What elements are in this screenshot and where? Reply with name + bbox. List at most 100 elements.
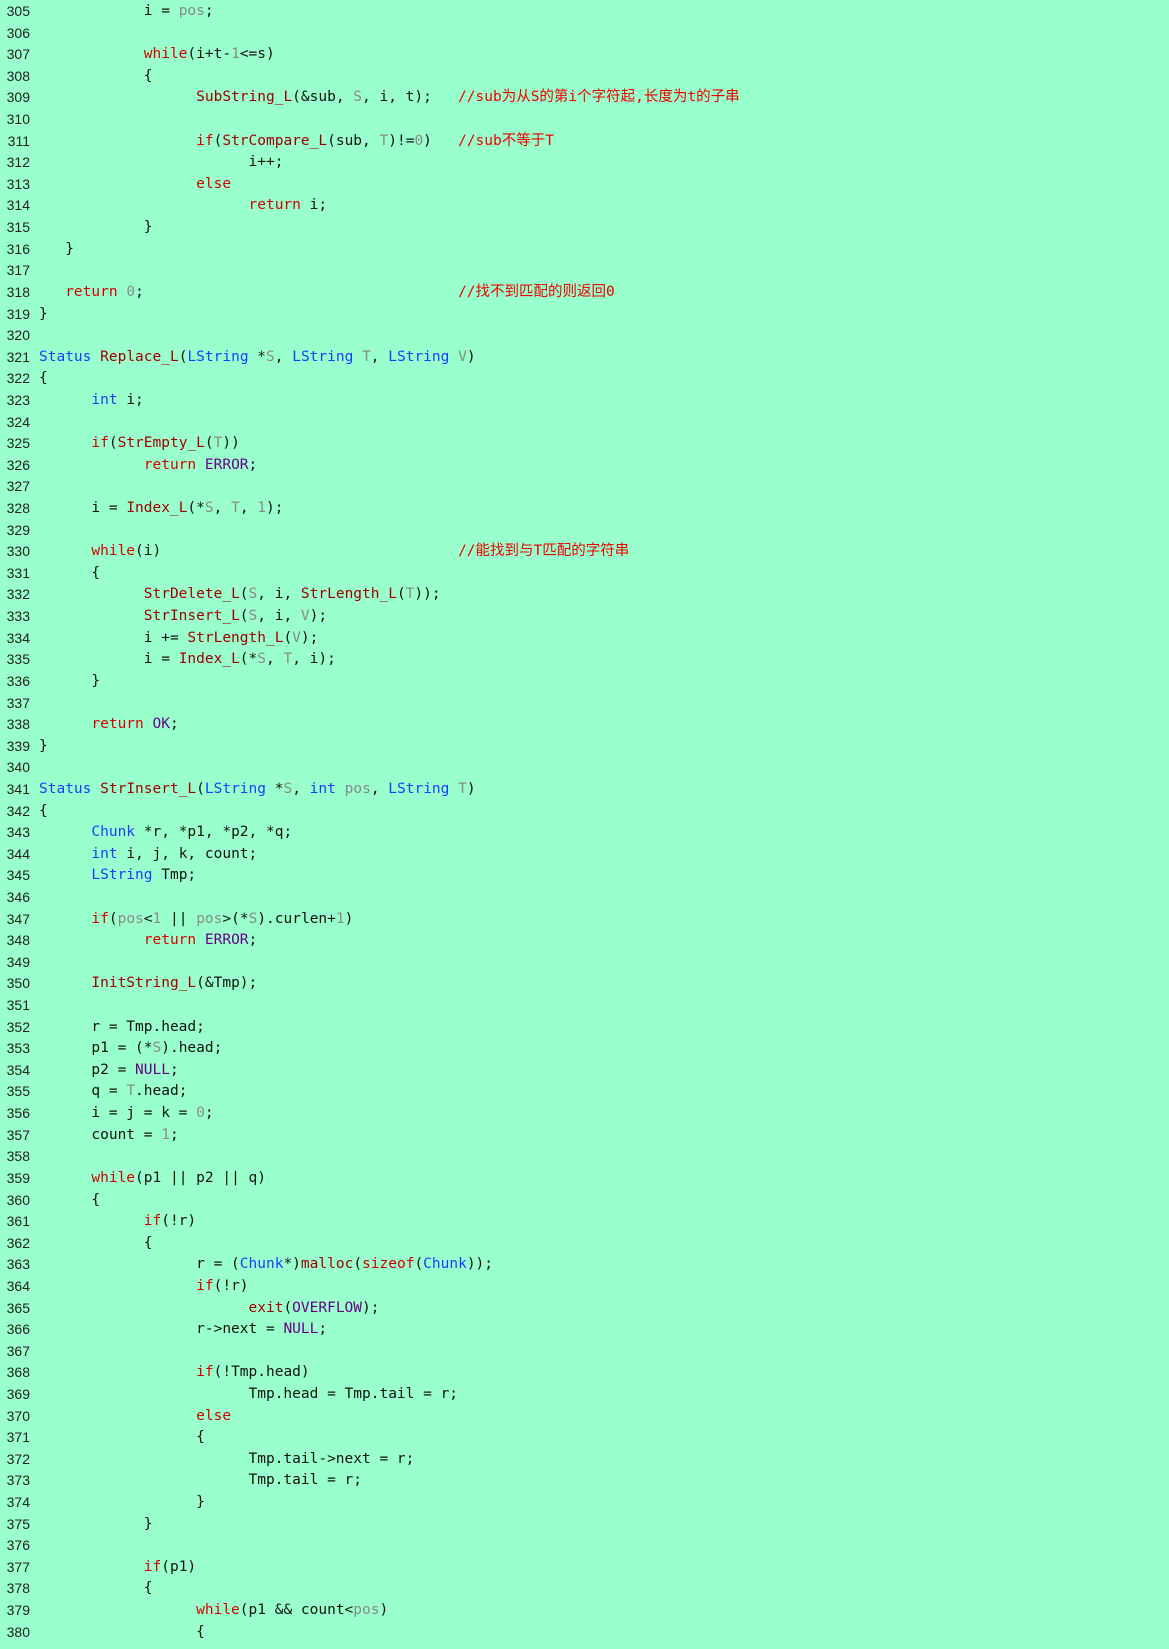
code-line[interactable]: 375 } [0, 1514, 1169, 1536]
code-line[interactable]: 315 } [0, 217, 1169, 239]
code-line[interactable]: 347 if(pos<1 || pos>(*S).curlen+1) [0, 909, 1169, 931]
code-line[interactable]: 352 r = Tmp.head; [0, 1017, 1169, 1039]
line-number: 320 [6, 327, 30, 344]
code-line[interactable]: 305 i = pos; [0, 1, 1169, 23]
code-line[interactable]: 312 i++; [0, 152, 1169, 174]
code-line[interactable]: 310 [0, 109, 1169, 131]
code-line[interactable]: 340 [0, 757, 1169, 779]
code-line[interactable]: 376 [0, 1535, 1169, 1557]
code-line[interactable]: 368 if(!Tmp.head) [0, 1362, 1169, 1384]
code-line[interactable]: 358 [0, 1146, 1169, 1168]
code-line[interactable]: 325 if(StrEmpty_L(T)) [0, 433, 1169, 455]
code-line[interactable]: 319} [0, 304, 1169, 326]
code-text: i = Index_L(*S, T, 1); [39, 498, 283, 520]
code-line[interactable]: 346 [0, 887, 1169, 909]
code-line[interactable]: 361 if(!r) [0, 1211, 1169, 1233]
code-line[interactable]: 314 return i; [0, 195, 1169, 217]
code-line[interactable]: 373 Tmp.tail = r; [0, 1470, 1169, 1492]
code-token: return [143, 932, 197, 949]
code-line[interactable]: 335 i = Index_L(*S, T, i); [0, 649, 1169, 671]
code-line[interactable]: 378 { [0, 1578, 1169, 1600]
code-line[interactable]: 364 if(!r) [0, 1276, 1169, 1298]
code-line[interactable]: 360 { [0, 1190, 1169, 1212]
code-line[interactable]: 336 } [0, 671, 1169, 693]
code-line[interactable]: 350 InitString_L(&Tmp); [0, 973, 1169, 995]
code-line[interactable]: 331 { [0, 563, 1169, 585]
code-token: i++; [39, 154, 284, 171]
code-line[interactable]: 332 StrDelete_L(S, i, StrLength_L(T)); [0, 584, 1169, 606]
code-token: T [231, 500, 240, 517]
code-line[interactable]: 337 [0, 693, 1169, 715]
code-line[interactable]: 357 count = 1; [0, 1125, 1169, 1147]
code-line[interactable]: 327 [0, 476, 1169, 498]
code-editor[interactable]: 305 i = pos; 306 307 while(i+t-1<=s) 308 {3… [0, 0, 1169, 1649]
code-line[interactable]: 330 while(i) //能找到与T匹配的字符串 [0, 541, 1169, 563]
code-line[interactable]: 348 return ERROR; [0, 930, 1169, 952]
code-line[interactable]: 354 p2 = NULL; [0, 1060, 1169, 1082]
code-line[interactable]: 377 if(p1) [0, 1557, 1169, 1579]
code-token: { [39, 564, 101, 581]
code-line[interactable]: 306 [0, 23, 1169, 45]
code-token: ; [318, 1321, 328, 1338]
code-line[interactable]: 365 exit(OVERFLOW); [0, 1298, 1169, 1320]
code-line[interactable]: 363 r = (Chunk*)malloc(sizeof(Chunk)); [0, 1254, 1169, 1276]
code-line[interactable]: 356 i = j = k = 0; [0, 1103, 1169, 1125]
code-line[interactable]: 342 { [0, 801, 1169, 823]
code-line[interactable]: 321 Status Replace_L(LString *S, LString … [0, 347, 1169, 369]
code-line[interactable]: 311 if(StrCompare_L(sub, T)!=0) //sub不等于… [0, 131, 1169, 153]
code-line[interactable]: 329 [0, 520, 1169, 542]
code-line[interactable]: 367 [0, 1341, 1169, 1363]
code-token: ).head; [161, 1040, 223, 1057]
code-line[interactable]: 343 Chunk *r, *p1, *p2, *q; [0, 822, 1169, 844]
code-line[interactable]: 380 { [0, 1622, 1169, 1644]
code-line[interactable]: 313 else [0, 174, 1169, 196]
line-number: 319 [6, 305, 30, 322]
code-line[interactable]: 318 return 0; //找不到匹配的则返回0 [0, 282, 1169, 304]
code-line[interactable]: 355 q = T.head; [0, 1081, 1169, 1103]
code-text: InitString_L(&Tmp); [39, 973, 257, 995]
code-line[interactable]: 324 [0, 412, 1169, 434]
code-line[interactable]: 349 [0, 952, 1169, 974]
code-line[interactable]: 323 int i; [0, 390, 1169, 412]
code-line[interactable]: 359 while(p1 || p2 || q) [0, 1168, 1169, 1190]
code-line[interactable]: 371 { [0, 1427, 1169, 1449]
code-line[interactable]: 351 [0, 995, 1169, 1017]
code-line[interactable]: 334 i += StrLength_L(V); [0, 628, 1169, 650]
code-line[interactable]: 366 r->next = NULL; [0, 1319, 1169, 1341]
code-line[interactable]: 370 else [0, 1406, 1169, 1428]
code-line[interactable]: 307 while(i+t-1<=s) [0, 44, 1169, 66]
line-number: 318 [6, 283, 30, 300]
code-line[interactable]: 317 [0, 260, 1169, 282]
code-text: if(pos<1 || pos>(*S).curlen+1) [39, 909, 353, 931]
code-line[interactable]: 316 } [0, 239, 1169, 261]
code-token: )!= [388, 132, 415, 149]
code-line[interactable]: 322 { [0, 368, 1169, 390]
code-line[interactable]: 339} [0, 736, 1169, 758]
code-text: { [39, 1622, 205, 1644]
code-token: (* [187, 500, 205, 517]
code-line[interactable]: 341 Status StrInsert_L(LString *S, int po… [0, 779, 1169, 801]
code-line[interactable]: 328 i = Index_L(*S, T, 1); [0, 498, 1169, 520]
code-line[interactable]: 345 LString Tmp; [0, 865, 1169, 887]
code-line[interactable]: 353 p1 = (*S).head; [0, 1038, 1169, 1060]
code-text: } [39, 671, 100, 693]
code-line[interactable]: 309 SubString_L(&sub, S, i, t); //sub为从S… [0, 87, 1169, 109]
code-line[interactable]: 379 while(p1 && count<pos) [0, 1600, 1169, 1622]
code-line[interactable]: 362 { [0, 1233, 1169, 1255]
code-line[interactable]: 372 Tmp.tail->next = r; [0, 1449, 1169, 1471]
code-text: if(StrEmpty_L(T)) [39, 433, 239, 455]
code-line[interactable]: 333 StrInsert_L(S, i, V); [0, 606, 1169, 628]
code-token: T [458, 780, 467, 797]
code-line[interactable]: 344 int i, j, k, count; [0, 844, 1169, 866]
code-line[interactable]: 326 return ERROR; [0, 455, 1169, 477]
code-line[interactable]: 320 [0, 325, 1169, 347]
code-line[interactable]: 369 Tmp.head = Tmp.tail = r; [0, 1384, 1169, 1406]
line-number: 310 [6, 111, 30, 128]
code-line[interactable]: 338 return OK; [0, 714, 1169, 736]
code-line[interactable]: 374 } [0, 1492, 1169, 1514]
code-line[interactable]: 308 { [0, 66, 1169, 88]
